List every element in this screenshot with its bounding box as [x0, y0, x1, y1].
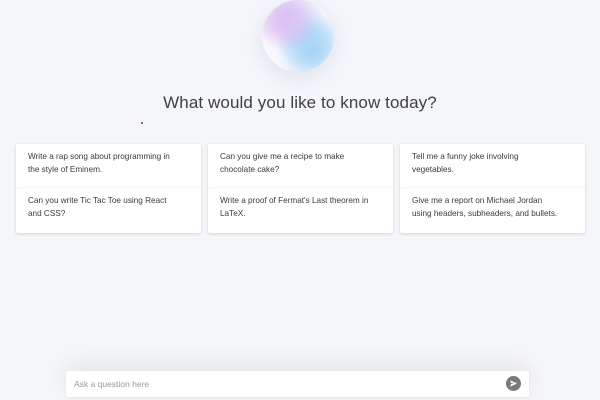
suggestion-card-rap-song[interactable]: Write a rap song about programming in th…: [16, 144, 201, 189]
suggestion-card-tic-tac-toe[interactable]: Can you write Tic Tac Toe using React an…: [16, 188, 201, 233]
suggestion-card-vegetable-joke[interactable]: Tell me a funny joke involving vegetable…: [400, 144, 585, 189]
suggestion-text-line: Can you give me a recipe to make: [220, 152, 345, 161]
suggestion-text-line: LaTeX.: [220, 208, 246, 218]
suggestion-text-line: and CSS?: [28, 208, 66, 218]
suggestion-card-fermat-proof[interactable]: Write a proof of Fermat's Last theorem i…: [208, 188, 393, 233]
assistant-orb-logo: [262, 0, 334, 72]
suggestion-text-line: using headers, subheaders, and bullets.: [412, 208, 558, 218]
suggestion-card-michael-jordan-report[interactable]: Give me a report on Michael Jordan using…: [400, 188, 585, 233]
suggestion-text-line: Tell me a funny joke involving: [412, 152, 519, 161]
suggestion-text-line: chocolate cake?: [220, 164, 280, 174]
send-button[interactable]: [506, 376, 521, 391]
suggestion-text-line: vegetables.: [412, 164, 454, 174]
question-composer: [66, 371, 529, 397]
page-title: What would you like to know today?: [163, 93, 437, 112]
suggestion-text-line: Give me a report on Michael Jordan: [412, 196, 543, 205]
decorative-dot: [141, 122, 143, 124]
suggestion-text-line: Write a rap song about programming in: [28, 152, 170, 161]
suggestion-text-line: Write a proof of Fermat's Last theorem i…: [220, 196, 369, 205]
suggestion-text-line: the style of Eminem.: [28, 164, 103, 174]
suggestion-text-line: Can you write Tic Tac Toe using React: [28, 196, 167, 205]
suggestion-card-chocolate-cake[interactable]: Can you give me a recipe to make chocola…: [208, 144, 393, 189]
send-icon: [510, 380, 518, 387]
question-input[interactable]: [74, 371, 494, 397]
